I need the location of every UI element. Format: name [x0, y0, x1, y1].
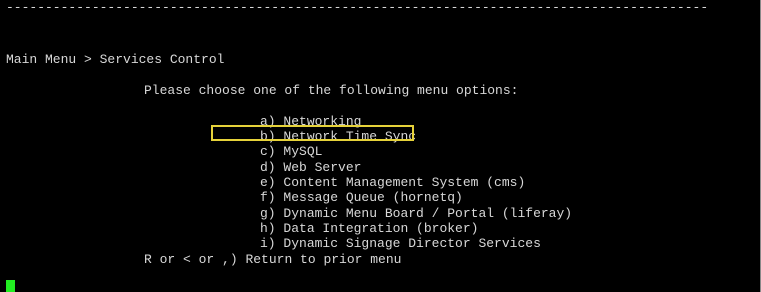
menu-prompt: Please choose one of the following menu …	[144, 83, 519, 98]
breadcrumb: Main Menu > Services Control	[6, 52, 225, 67]
option-label: Dynamic Signage Director Services	[283, 236, 541, 251]
option-key: g)	[260, 206, 276, 221]
option-key: e)	[260, 175, 276, 190]
option-key: c)	[260, 144, 276, 159]
option-label: Data Integration (broker)	[283, 221, 479, 236]
menu-option-message-queue[interactable]: f) Message Queue (hornetq)	[260, 190, 463, 206]
selection-highlight-box	[211, 125, 414, 141]
option-label: Return to prior menu	[245, 252, 402, 267]
option-label: Dynamic Menu Board / Portal (liferay)	[283, 206, 573, 221]
option-label: Message Queue (hornetq)	[283, 190, 463, 205]
menu-option-mysql[interactable]: c) MySQL	[260, 144, 322, 160]
option-key: h)	[260, 221, 276, 236]
separator-line: ----------------------------------------…	[6, 0, 709, 15]
option-label: Content Management System (cms)	[283, 175, 526, 190]
option-label: MySQL	[283, 144, 323, 159]
option-label: Web Server	[283, 160, 362, 175]
option-key: f)	[260, 190, 276, 205]
option-key: R or < or ,)	[144, 252, 238, 267]
terminal-cursor	[6, 280, 15, 292]
menu-option-cms[interactable]: e) Content Management System (cms)	[260, 175, 525, 191]
menu-option-web-server[interactable]: d) Web Server	[260, 160, 361, 176]
option-key: i)	[260, 236, 276, 251]
menu-option-data-integration[interactable]: h) Data Integration (broker)	[260, 221, 478, 237]
option-key: d)	[260, 160, 276, 175]
menu-option-return[interactable]: R or < or ,) Return to prior menu	[144, 252, 401, 268]
menu-option-signage-director[interactable]: i) Dynamic Signage Director Services	[260, 236, 541, 252]
menu-option-dynamic-menu-board[interactable]: g) Dynamic Menu Board / Portal (liferay)	[260, 206, 572, 222]
terminal-window[interactable]: ----------------------------------------…	[0, 0, 761, 292]
